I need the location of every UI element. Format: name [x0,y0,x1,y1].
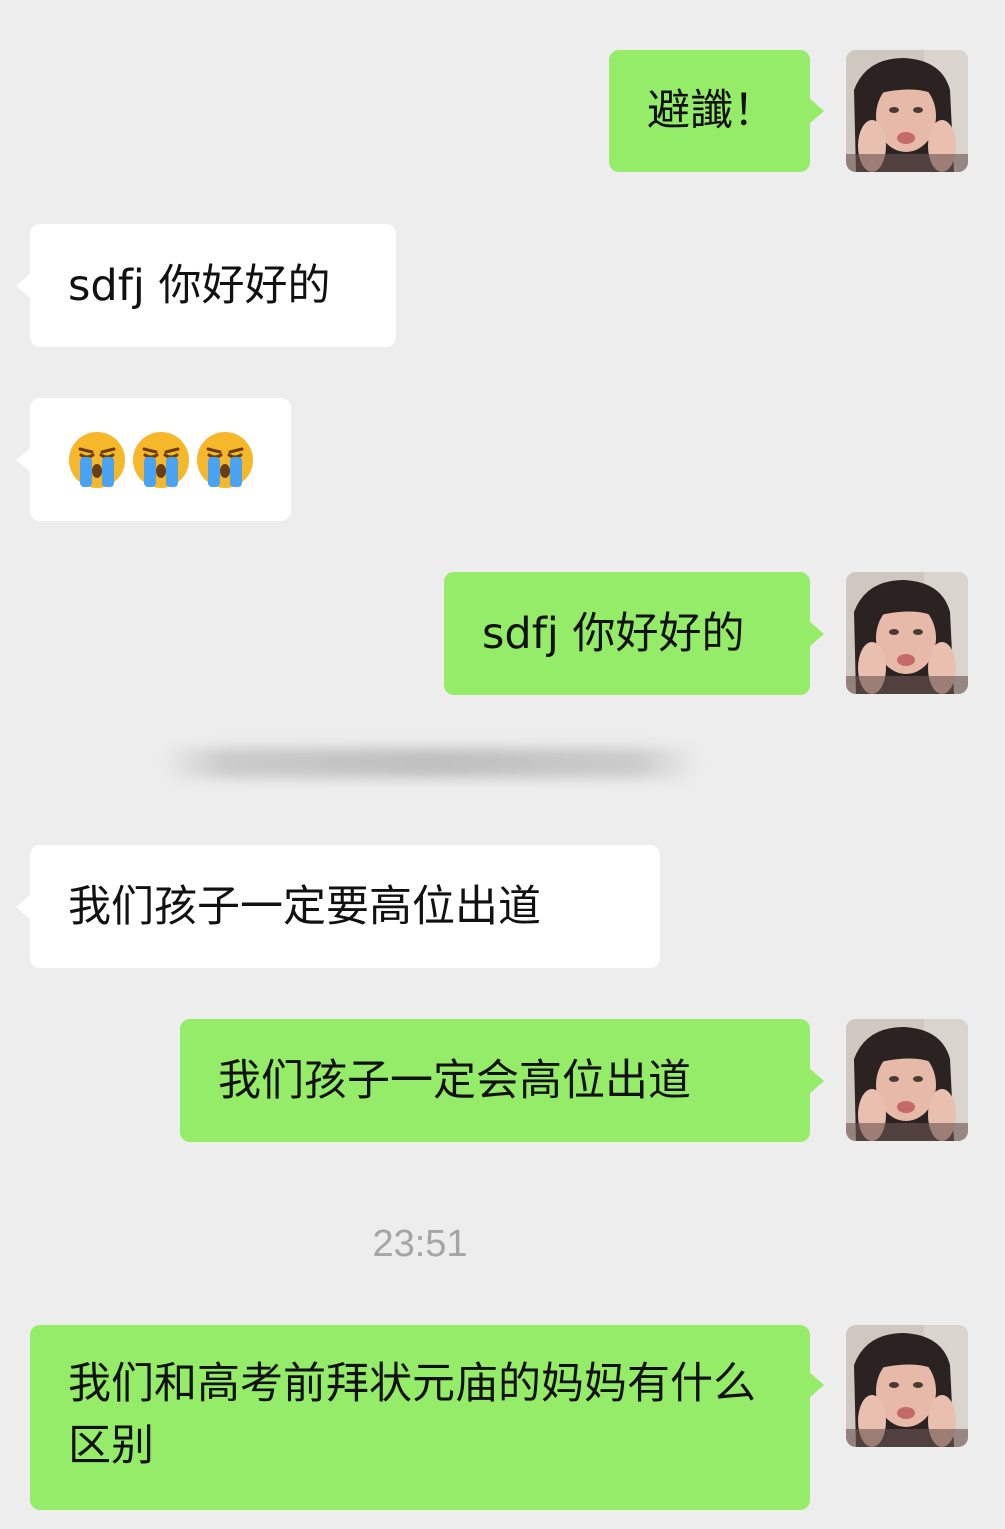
message-text: 我们孩子一定会高位出道 [218,1055,691,1106]
message-bubble-outgoing[interactable]: 避讖！ [609,50,824,172]
user-avatar[interactable] [846,1325,968,1447]
avatar-photo-icon [846,1325,968,1447]
loudly-crying-face-icon [133,431,189,488]
message-text: 我们孩子一定要高位出道 [68,881,541,932]
blurred-system-notice [140,738,720,788]
message-bubble-incoming-emoji[interactable] [16,398,291,521]
message-bubble-outgoing[interactable]: 我们和高考前拜状元庙的妈妈有什么区别 [30,1325,824,1510]
message-bubble-outgoing[interactable]: sdfj 你好好的 [444,572,824,695]
user-avatar[interactable] [846,1019,968,1141]
user-avatar[interactable] [846,572,968,694]
loudly-crying-face-icon [69,431,125,488]
avatar-photo-icon [846,50,968,172]
message-text: sdfj 你好好的 [68,260,331,311]
message-bubble-incoming[interactable]: sdfj 你好好的 [16,224,396,347]
user-avatar[interactable] [846,50,968,172]
message-text: 避讖！ [647,86,776,136]
message-timestamp: 23:51 [372,1223,468,1265]
message-bubble-incoming[interactable]: 我们孩子一定要高位出道 [16,845,660,968]
message-text: 我们和高考前拜状元庙的妈妈有什么区别 [68,1359,756,1471]
avatar-photo-icon [846,572,968,694]
chat-view: 避讖！ sdfj 你好好的 sdfj 你好好的 我们孩子一定要高位出道 我们孩子… [0,0,1005,1529]
message-bubble-outgoing[interactable]: 我们孩子一定会高位出道 [180,1019,824,1142]
emoji-row [68,431,254,489]
avatar-photo-icon [846,1019,968,1141]
message-text: sdfj 你好好的 [482,608,745,659]
loudly-crying-face-icon [197,431,253,488]
blur-smear [160,748,700,778]
